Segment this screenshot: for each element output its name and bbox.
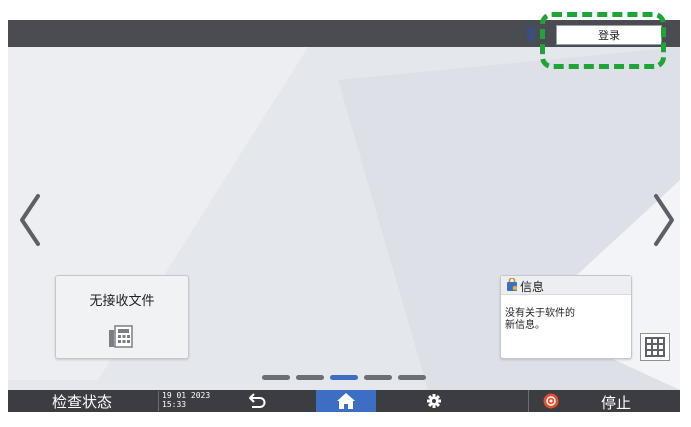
home-icon [337, 393, 355, 409]
next-page-arrow-icon[interactable] [648, 190, 678, 250]
info-widget[interactable]: 信息 没有关于软件的 新信息。 [500, 275, 632, 359]
stop-label: 停止 [601, 394, 632, 412]
page-dot[interactable] [398, 375, 426, 380]
back-arrow-icon [249, 393, 266, 408]
fax-widget-title: 无接收文件 [89, 294, 155, 309]
back-button[interactable] [238, 390, 274, 412]
app-grid-button[interactable] [640, 333, 670, 361]
grid-icon [645, 337, 665, 357]
previous-page-arrow-icon[interactable] [16, 190, 46, 250]
home-button[interactable] [316, 390, 376, 412]
login-button[interactable]: 登录 [556, 25, 662, 45]
time-text: 15:33 [162, 400, 187, 409]
settings-button[interactable] [416, 390, 452, 412]
device-screen: 登录 无接收文件 信息 没有关于软件的 新信息。 检查状态 19 01 2023… [8, 20, 680, 412]
gear-icon [427, 394, 441, 408]
info-widget-title: 信息 [520, 280, 545, 294]
date-text: 19 01 2023 [162, 391, 211, 400]
info-widget-header: 信息 [501, 276, 631, 295]
stop-button[interactable]: 停止 [528, 390, 680, 412]
info-bag-icon [507, 278, 518, 291]
page-dot[interactable] [364, 375, 392, 380]
fax-received-widget[interactable]: 无接收文件 [55, 275, 189, 359]
page-dot[interactable] [296, 375, 324, 380]
check-status-button[interactable]: 检查状态 [8, 390, 156, 412]
info-widget-message: 没有关于软件的 新信息。 [505, 308, 575, 331]
page-dot-active[interactable] [330, 375, 358, 380]
stop-icon [543, 393, 559, 409]
date-time-display: 19 01 2023 15:33 [158, 391, 222, 411]
bottom-bar: 检查状态 19 01 2023 15:33 停止 [8, 390, 680, 412]
top-bar: 登录 [8, 20, 680, 47]
page-dot[interactable] [262, 375, 290, 380]
page-indicator [262, 375, 426, 381]
fax-icon [109, 325, 133, 348]
status-marker [527, 26, 535, 42]
